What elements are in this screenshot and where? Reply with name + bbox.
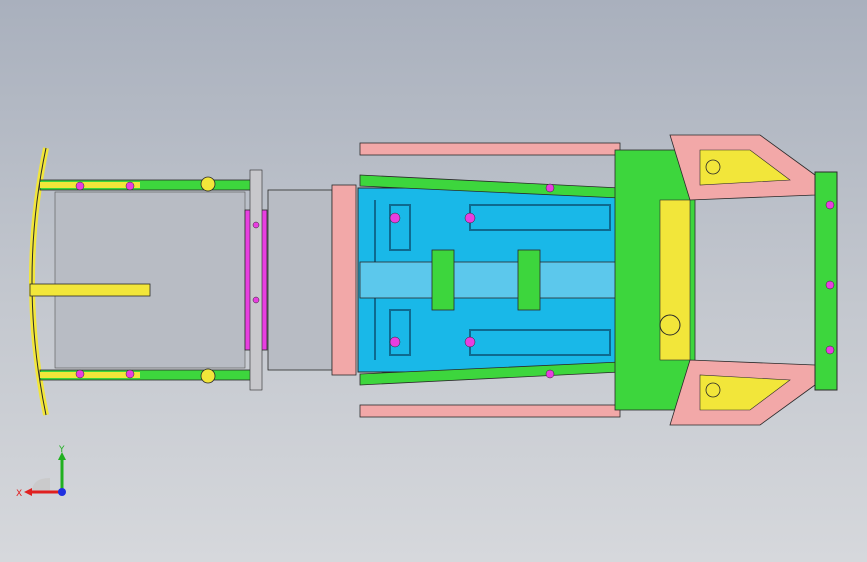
dash-panel [267,189,333,371]
center-tunnel [359,261,621,299]
vehicle-underbody-model[interactable] [0,0,867,562]
front-center-member [29,283,151,297]
y-axis-label: Y [58,445,65,455]
z-axis-point [58,488,66,496]
graphics-viewport[interactable]: Y X [0,0,867,562]
x-axis-label: X [16,489,22,499]
front-compartment-panel [54,191,246,369]
right-sill [359,404,621,418]
firewall-member [331,184,357,376]
coordinate-triad: Y X [16,445,66,499]
left-sill [359,142,621,156]
